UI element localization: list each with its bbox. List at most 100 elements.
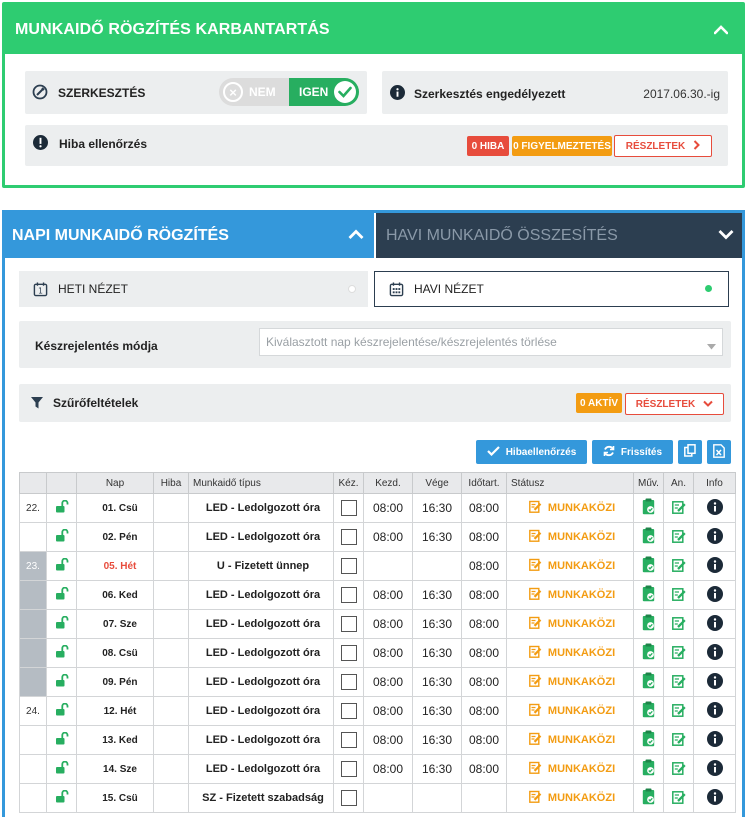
worktime-type-cell[interactable]: LED - Ledolgozott óra (188, 696, 334, 726)
day-cell[interactable]: 09. Pén (76, 667, 154, 697)
copy-button[interactable] (678, 440, 702, 464)
error-count-badge[interactable]: 0 HIBA (467, 136, 509, 156)
refresh-button[interactable]: Frissítés (592, 440, 673, 464)
unlock-icon[interactable] (46, 667, 77, 697)
manual-checkbox[interactable] (340, 616, 357, 632)
analysis-edit-icon[interactable] (663, 551, 694, 581)
end-time-cell[interactable]: 16:30 (412, 522, 462, 552)
weekly-view-option[interactable]: 1 HETI NÉZET (19, 271, 368, 307)
day-cell[interactable]: 12. Hét (76, 696, 154, 726)
worktime-type-cell[interactable]: LED - Ledolgozott óra (188, 580, 334, 610)
start-time-cell[interactable]: 08:00 (363, 522, 413, 552)
edit-toggle[interactable]: × NEM IGEN (219, 78, 359, 106)
clipboard-check-icon[interactable] (633, 754, 664, 784)
manual-checkbox-cell[interactable] (333, 522, 364, 552)
table-row[interactable]: 23. 05. Hét U - Fizetett ünnep 08:00 MUN… (19, 551, 736, 581)
unlock-icon[interactable] (46, 522, 77, 552)
unlock-icon[interactable] (46, 551, 77, 581)
clipboard-check-icon[interactable] (633, 638, 664, 668)
excel-export-button[interactable] (707, 440, 731, 464)
end-time-cell[interactable]: 16:30 (412, 667, 462, 697)
start-time-cell[interactable] (363, 783, 413, 813)
unlock-icon[interactable] (46, 696, 77, 726)
table-row[interactable]: 14. Sze LED - Ledolgozott óra 08:00 16:3… (19, 754, 736, 784)
end-time-cell[interactable]: 16:30 (412, 609, 462, 639)
worktime-type-cell[interactable]: LED - Ledolgozott óra (188, 493, 334, 523)
table-row[interactable]: 15. Csü SZ - Fizetett szabadság MUNKAKÖZ… (19, 783, 736, 813)
table-row[interactable]: 22. 01. Csü LED - Ledolgozott óra 08:00 … (19, 493, 736, 523)
chevron-down-icon[interactable] (718, 227, 734, 245)
manual-checkbox[interactable] (340, 732, 357, 748)
worktime-type-cell[interactable]: LED - Ledolgozott óra (188, 725, 334, 755)
day-cell[interactable]: 02. Pén (76, 522, 154, 552)
unlock-icon[interactable] (46, 493, 77, 523)
manual-checkbox[interactable] (340, 587, 357, 603)
worktime-type-cell[interactable]: LED - Ledolgozott óra (188, 522, 334, 552)
manual-checkbox-cell[interactable] (333, 638, 364, 668)
unlock-icon[interactable] (46, 754, 77, 784)
manual-checkbox-cell[interactable] (333, 725, 364, 755)
tab-monthly[interactable]: HAVI MUNKAIDŐ ÖSSZESÍTÉS (374, 213, 742, 258)
row-info-icon[interactable] (693, 638, 736, 668)
day-cell[interactable]: 08. Csü (76, 638, 154, 668)
row-info-icon[interactable] (693, 696, 736, 726)
day-cell[interactable]: 06. Ked (76, 580, 154, 610)
chevron-up-icon[interactable] (348, 227, 364, 245)
clipboard-check-icon[interactable] (633, 493, 664, 523)
manual-checkbox-cell[interactable] (333, 551, 364, 581)
day-cell[interactable]: 15. Csü (76, 783, 154, 813)
row-info-icon[interactable] (693, 725, 736, 755)
clipboard-check-icon[interactable] (633, 609, 664, 639)
clipboard-check-icon[interactable] (633, 667, 664, 697)
manual-checkbox[interactable] (340, 529, 357, 545)
toggle-no-option[interactable]: × NEM (219, 78, 289, 106)
row-info-icon[interactable] (693, 609, 736, 639)
col-header-worktime-type[interactable]: Munkaidő típus (188, 472, 334, 494)
manual-checkbox-cell[interactable] (333, 493, 364, 523)
table-row[interactable]: 24. 12. Hét LED - Ledolgozott óra 08:00 … (19, 696, 736, 726)
day-cell[interactable]: 07. Sze (76, 609, 154, 639)
manual-checkbox-cell[interactable] (333, 696, 364, 726)
col-header-day[interactable]: Nap (76, 472, 154, 494)
start-time-cell[interactable]: 08:00 (363, 638, 413, 668)
end-time-cell[interactable]: 16:30 (412, 696, 462, 726)
error-check-button[interactable]: Hibaellenőrzés (476, 440, 587, 464)
clipboard-check-icon[interactable] (633, 696, 664, 726)
start-time-cell[interactable] (363, 551, 413, 581)
clipboard-check-icon[interactable] (633, 725, 664, 755)
row-info-icon[interactable] (693, 551, 736, 581)
start-time-cell[interactable]: 08:00 (363, 725, 413, 755)
manual-checkbox-cell[interactable] (333, 580, 364, 610)
table-row[interactable]: 09. Pén LED - Ledolgozott óra 08:00 16:3… (19, 667, 736, 697)
clipboard-check-icon[interactable] (633, 783, 664, 813)
end-time-cell[interactable] (412, 783, 462, 813)
col-header-status[interactable]: Státusz (506, 472, 634, 494)
end-time-cell[interactable]: 16:30 (412, 754, 462, 784)
end-time-cell[interactable]: 16:30 (412, 493, 462, 523)
manual-checkbox[interactable] (340, 761, 357, 777)
row-info-icon[interactable] (693, 754, 736, 784)
col-header-end[interactable]: Vége (412, 472, 462, 494)
manual-checkbox[interactable] (340, 500, 357, 516)
manual-checkbox[interactable] (340, 790, 357, 806)
worktime-type-cell[interactable]: LED - Ledolgozott óra (188, 638, 334, 668)
manual-checkbox[interactable] (340, 558, 357, 574)
monthly-view-radio[interactable] (705, 285, 712, 292)
analysis-edit-icon[interactable] (663, 580, 694, 610)
worktime-type-cell[interactable]: U - Fizetett ünnep (188, 551, 334, 581)
error-details-button[interactable]: RÉSZLETEK (614, 135, 712, 157)
row-info-icon[interactable] (693, 580, 736, 610)
col-header-duration[interactable]: Időtart. (461, 472, 507, 494)
worktime-type-cell[interactable]: LED - Ledolgozott óra (188, 667, 334, 697)
day-cell[interactable]: 05. Hét (76, 551, 154, 581)
start-time-cell[interactable]: 08:00 (363, 696, 413, 726)
manual-checkbox[interactable] (340, 645, 357, 661)
analysis-edit-icon[interactable] (663, 522, 694, 552)
table-row[interactable]: 06. Ked LED - Ledolgozott óra 08:00 16:3… (19, 580, 736, 610)
start-time-cell[interactable]: 08:00 (363, 754, 413, 784)
day-cell[interactable]: 14. Sze (76, 754, 154, 784)
table-row[interactable]: 02. Pén LED - Ledolgozott óra 08:00 16:3… (19, 522, 736, 552)
unlock-icon[interactable] (46, 725, 77, 755)
toggle-yes-option[interactable]: IGEN (289, 78, 359, 106)
analysis-edit-icon[interactable] (663, 783, 694, 813)
